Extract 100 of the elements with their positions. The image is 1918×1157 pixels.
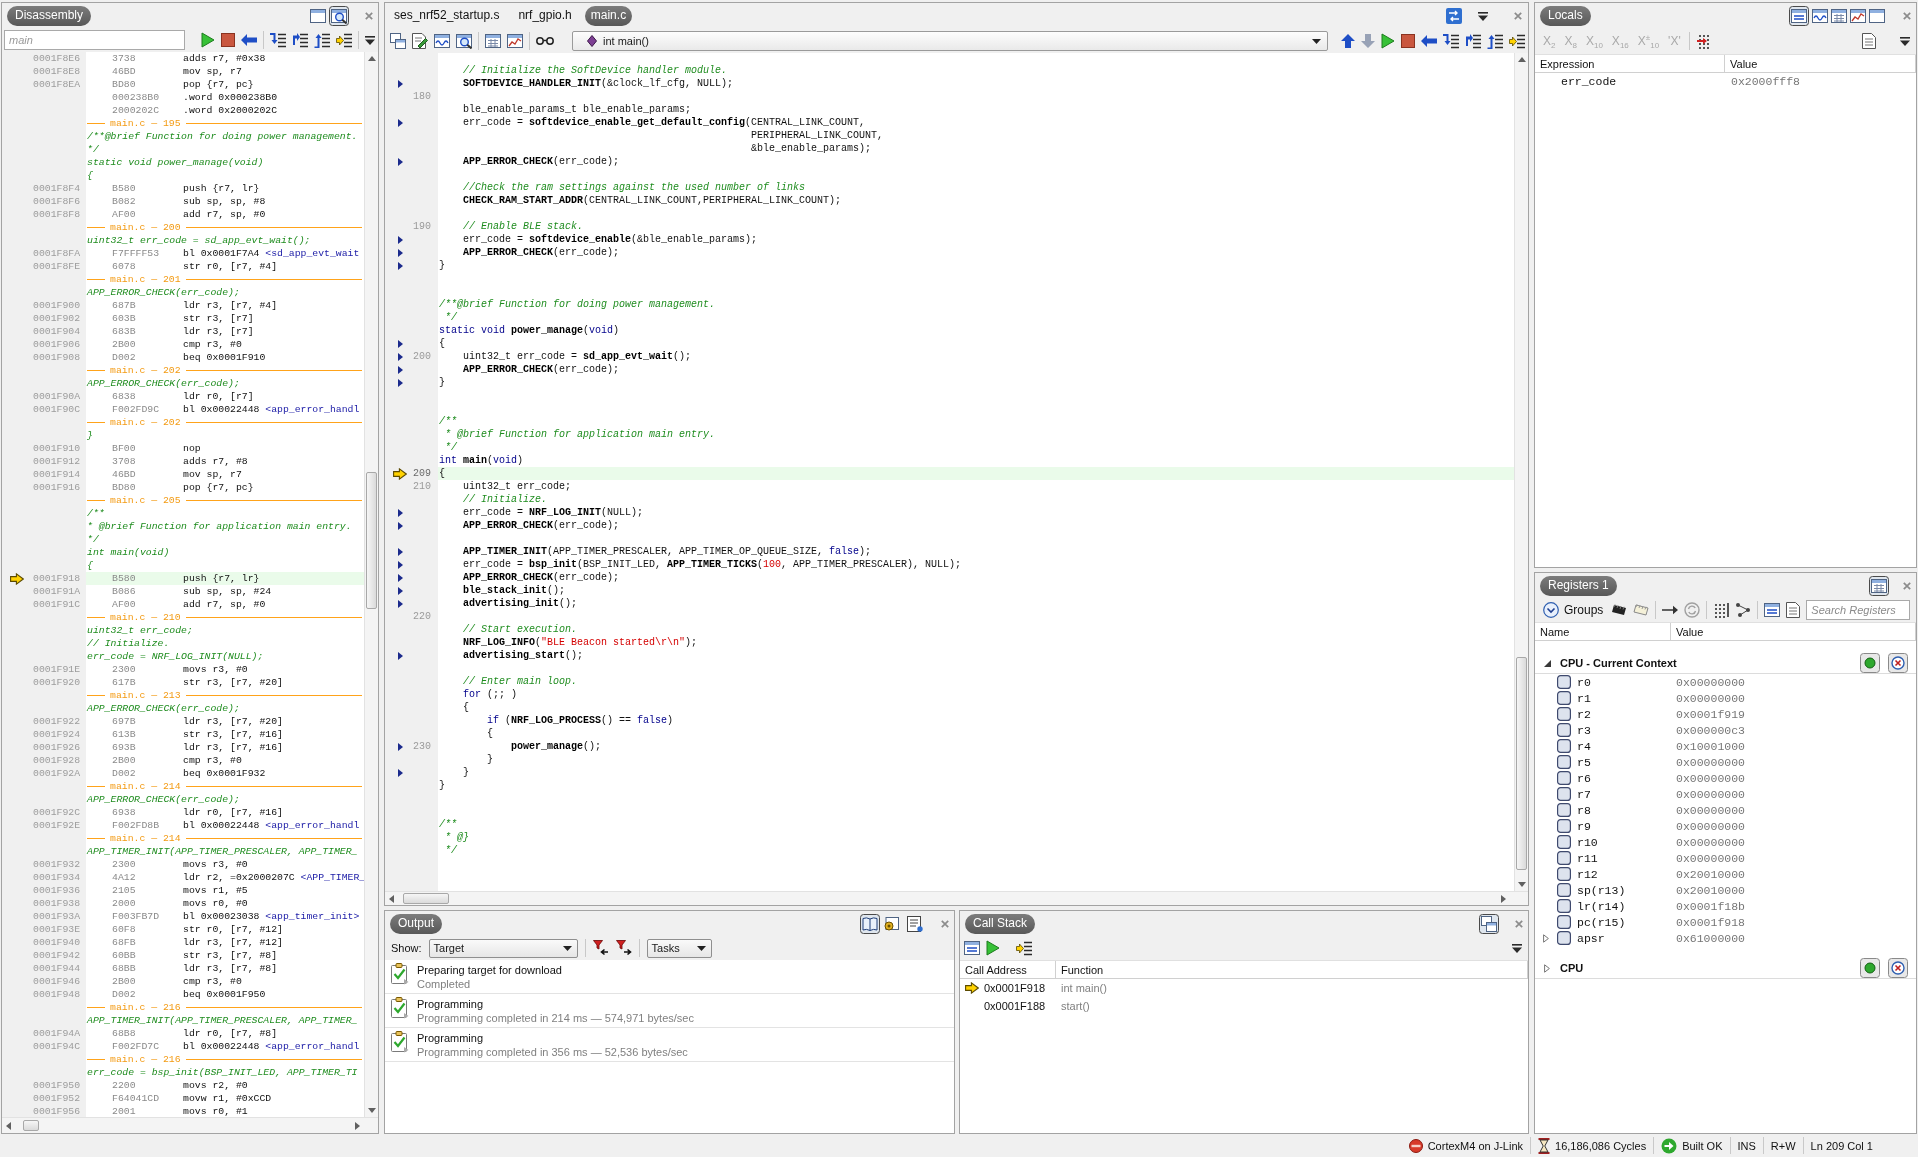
close-icon[interactable] xyxy=(1903,581,1911,590)
triangle-marker-icon[interactable] xyxy=(397,768,403,777)
windows-icon[interactable] xyxy=(1479,913,1499,934)
glasses-icon[interactable] xyxy=(536,37,554,45)
triangle-marker-icon[interactable] xyxy=(397,573,403,582)
circle-tile-icon[interactable] xyxy=(1860,653,1880,673)
chart-window-icon[interactable] xyxy=(507,33,523,49)
triangle-marker-icon[interactable] xyxy=(397,378,403,387)
step-over-icon[interactable] xyxy=(292,32,308,48)
expanded-triangle-icon[interactable] xyxy=(1544,659,1551,667)
search-field[interactable]: Search Registers xyxy=(1806,600,1910,620)
document-pencil-icon[interactable] xyxy=(412,33,428,49)
x-circle-tile-icon[interactable] xyxy=(1888,958,1908,978)
vertical-scrollbar[interactable] xyxy=(1514,53,1528,891)
run-to-cursor-icon[interactable] xyxy=(336,32,352,48)
scroll-up-icon[interactable] xyxy=(1517,57,1526,62)
chart-window-icon[interactable] xyxy=(1850,7,1866,24)
triangle-marker-icon[interactable] xyxy=(397,599,403,608)
scroll-down-icon[interactable] xyxy=(367,1108,376,1113)
scrollbar-thumb[interactable] xyxy=(366,472,377,609)
dot-grid-icon[interactable] xyxy=(1713,602,1730,618)
step-into-icon[interactable] xyxy=(1443,33,1459,49)
wave-window-icon[interactable] xyxy=(434,33,450,49)
play-icon[interactable] xyxy=(986,940,1000,956)
step-out-icon[interactable] xyxy=(1487,33,1503,49)
triangle-marker-icon[interactable] xyxy=(397,547,403,556)
file-tab[interactable]: ses_nrf52_startup.s xyxy=(388,6,506,26)
book-icon[interactable] xyxy=(860,913,880,934)
scroll-right-icon[interactable] xyxy=(355,1121,360,1130)
close-icon[interactable] xyxy=(1514,12,1522,20)
arrows-square-icon[interactable] xyxy=(1446,8,1462,24)
scroll-left-icon[interactable] xyxy=(389,894,394,903)
horizontal-scrollbar[interactable] xyxy=(385,891,1528,905)
list-window-icon[interactable] xyxy=(1764,602,1781,618)
funnel-arrow-icon[interactable] xyxy=(615,940,632,956)
scroll-up-icon[interactable] xyxy=(367,56,376,61)
windows-icon[interactable] xyxy=(390,33,406,49)
list-window-icon[interactable] xyxy=(1789,5,1809,26)
tasks-dropdown[interactable]: Tasks xyxy=(646,938,712,958)
triangle-marker-icon[interactable] xyxy=(397,365,403,374)
scroll-right-icon[interactable] xyxy=(1501,894,1506,903)
location-field[interactable]: main xyxy=(4,30,185,50)
back-arrow-icon[interactable] xyxy=(241,34,257,46)
step-over-icon[interactable] xyxy=(1465,33,1481,49)
menu-caret-icon[interactable] xyxy=(1512,943,1522,953)
triangle-marker-icon[interactable] xyxy=(397,235,403,244)
scrollbar-thumb[interactable] xyxy=(403,893,449,904)
file-tab[interactable]: nrf_gpio.h xyxy=(512,6,578,26)
show-dropdown[interactable]: Target xyxy=(428,938,578,958)
scrollbar-thumb[interactable] xyxy=(1516,657,1527,870)
menu-caret-icon[interactable] xyxy=(1900,36,1910,46)
triangle-marker-icon[interactable] xyxy=(397,339,403,348)
step-into-icon[interactable] xyxy=(270,32,286,48)
gear-window-icon[interactable] xyxy=(883,915,899,932)
groups-button[interactable]: Groups xyxy=(1541,601,1606,619)
list-document-icon[interactable] xyxy=(907,915,923,932)
window-icon[interactable] xyxy=(310,7,326,24)
triangle-marker-icon[interactable] xyxy=(397,586,403,595)
grid-window-icon[interactable] xyxy=(1869,575,1889,596)
step-out-icon[interactable] xyxy=(314,32,330,48)
chip-icon[interactable] xyxy=(1611,604,1628,616)
list-window-icon[interactable] xyxy=(964,940,980,956)
triangle-marker-icon[interactable] xyxy=(397,79,403,88)
back-arrow-icon[interactable] xyxy=(1421,35,1437,47)
up-arrow-icon[interactable] xyxy=(1341,34,1355,48)
triangle-marker-icon[interactable] xyxy=(397,742,403,751)
wave-window-icon[interactable] xyxy=(1812,7,1828,24)
run-to-cursor-icon[interactable] xyxy=(1509,33,1525,49)
search-icon[interactable] xyxy=(456,33,472,49)
vertical-scrollbar[interactable] xyxy=(364,52,378,1117)
triangle-marker-icon[interactable] xyxy=(397,157,403,166)
scroll-left-icon[interactable] xyxy=(6,1121,11,1130)
triangle-marker-icon[interactable] xyxy=(397,508,403,517)
x-circle-tile-icon[interactable] xyxy=(1888,653,1908,673)
triangle-marker-icon[interactable] xyxy=(397,651,403,660)
grid-window-icon[interactable] xyxy=(1831,7,1847,24)
triangle-marker-icon[interactable] xyxy=(397,261,403,270)
funnel-arrow-icon[interactable] xyxy=(592,940,609,956)
close-icon[interactable] xyxy=(1903,11,1911,20)
run-to-cursor-icon[interactable] xyxy=(1016,940,1032,956)
right-arrow-icon[interactable] xyxy=(1662,605,1679,615)
triangle-marker-icon[interactable] xyxy=(397,352,403,361)
nodes-icon[interactable] xyxy=(1735,602,1752,618)
menu-caret-icon[interactable] xyxy=(1478,11,1488,21)
play-icon[interactable] xyxy=(201,32,215,48)
close-icon[interactable] xyxy=(365,11,373,20)
search-icon[interactable] xyxy=(329,5,349,26)
triangle-marker-icon[interactable] xyxy=(397,118,403,127)
triangle-marker-icon[interactable] xyxy=(397,560,403,569)
menu-caret-icon[interactable] xyxy=(365,35,375,45)
document-icon[interactable] xyxy=(1862,33,1876,49)
circle-tile-icon[interactable] xyxy=(1860,958,1880,978)
horizontal-scrollbar[interactable] xyxy=(2,1117,378,1133)
play-icon[interactable] xyxy=(1381,33,1395,49)
scroll-down-icon[interactable] xyxy=(1517,882,1526,887)
close-icon[interactable] xyxy=(941,919,949,928)
collapsed-triangle-icon[interactable] xyxy=(1544,963,1550,973)
window-icon[interactable] xyxy=(1869,7,1885,24)
scrollbar-thumb[interactable] xyxy=(23,1120,39,1131)
triangle-marker-icon[interactable] xyxy=(397,521,403,530)
